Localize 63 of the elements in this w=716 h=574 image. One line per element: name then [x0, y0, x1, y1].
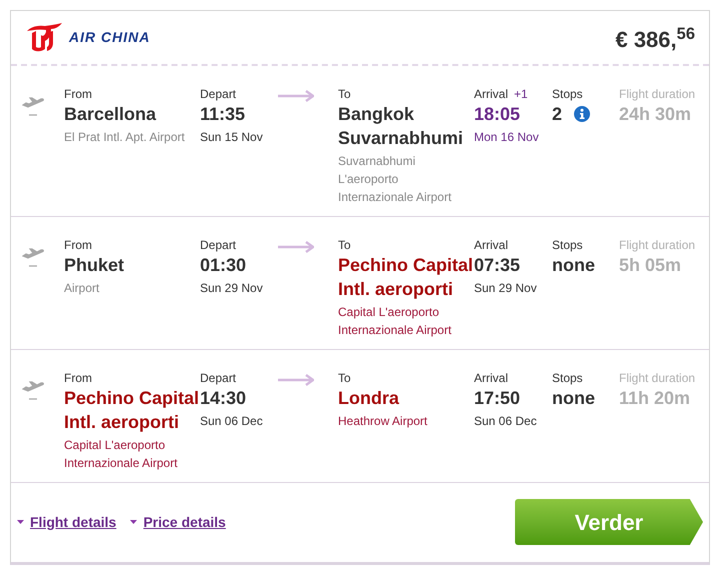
arrow-icon [278, 374, 314, 386]
airport-name: El Prat Intl. Apt. Airport [64, 129, 186, 146]
column-label: Arrival [474, 86, 508, 102]
departure-time: 01:30 [200, 254, 248, 277]
arrival-date: Sun 29 Nov [474, 280, 538, 297]
column-label: From [64, 86, 93, 102]
arrival-time: 17:50 [474, 387, 522, 410]
stops-count: 2 [552, 103, 562, 126]
city-name: Londra [338, 387, 400, 410]
arrow-icon [278, 241, 314, 253]
flight-duration: 11h 20m [619, 387, 692, 410]
plane-takeoff-icon [22, 380, 44, 400]
column-label: Flight duration [619, 86, 696, 102]
flight-duration: 24h 30m [619, 103, 692, 126]
column-label: Arrival [474, 370, 508, 386]
flight-duration: 5h 05m [619, 254, 682, 277]
arrival-date: Sun 06 Dec [474, 413, 538, 430]
day-offset: +1 [514, 86, 528, 102]
arrow-icon [278, 90, 314, 102]
plane-takeoff-icon [22, 247, 44, 267]
city-name: Pechino Capital Intl. aeroporti [338, 254, 474, 301]
departure-time: 14:30 [200, 387, 248, 410]
column-label: Depart [200, 370, 238, 386]
column-label: From [64, 370, 93, 386]
column-label: Flight duration [619, 370, 696, 386]
price: € 386,$^{56}$ [615, 24, 695, 54]
column-label: To [338, 237, 352, 253]
city-name: Barcellona [64, 103, 158, 126]
stops-count: none [552, 254, 595, 277]
column-label: Depart [200, 237, 238, 253]
caret-icon [130, 520, 138, 524]
plane-takeoff-icon [22, 96, 44, 116]
column-label: Stops [552, 237, 584, 253]
departure-date: Sun 06 Dec [200, 413, 264, 430]
column-label: Stops [552, 370, 584, 386]
details-link[interactable]: Price details [130, 512, 226, 532]
column-label: Stops [552, 86, 584, 102]
column-label: To [338, 86, 352, 102]
airport-name: Suvarnabhumi L'aeroporto Internazionale Airport [338, 153, 452, 206]
city-name: Pechino Capital Intl. aeroporti [64, 387, 200, 434]
info-icon[interactable] [574, 106, 590, 122]
stops-count: none [552, 387, 595, 410]
city-name: Phuket [64, 254, 126, 277]
airport-name: Heathrow Airport [338, 413, 428, 430]
caret-icon [17, 520, 24, 524]
details-link[interactable]: Flight details [17, 512, 116, 532]
departure-time: 11:35 [200, 103, 246, 126]
airline-name: AIR CHINA [69, 28, 150, 47]
airport-name: Capital L'aeroporto Internazionale Airport [338, 304, 452, 339]
arrival-date: Mon 16 Nov [474, 129, 540, 146]
airport-name: Capital L'aeroporto Internazionale Airport [64, 437, 178, 472]
city-name: Bangkok Suvarnabhumi [338, 103, 464, 150]
departure-date: Sun 15 Nov [200, 129, 264, 146]
departure-date: Sun 29 Nov [200, 280, 264, 297]
arrival-time: 18:05 [474, 103, 522, 126]
airline-logo-icon [25, 22, 63, 52]
column-label: Depart [200, 86, 238, 102]
column-label: From [64, 237, 93, 253]
column-label: Arrival [474, 237, 508, 253]
arrival-time: 07:35 [474, 254, 522, 277]
column-label: To [338, 370, 352, 386]
column-label: Flight duration [619, 237, 696, 253]
airport-name: Airport [64, 280, 100, 297]
